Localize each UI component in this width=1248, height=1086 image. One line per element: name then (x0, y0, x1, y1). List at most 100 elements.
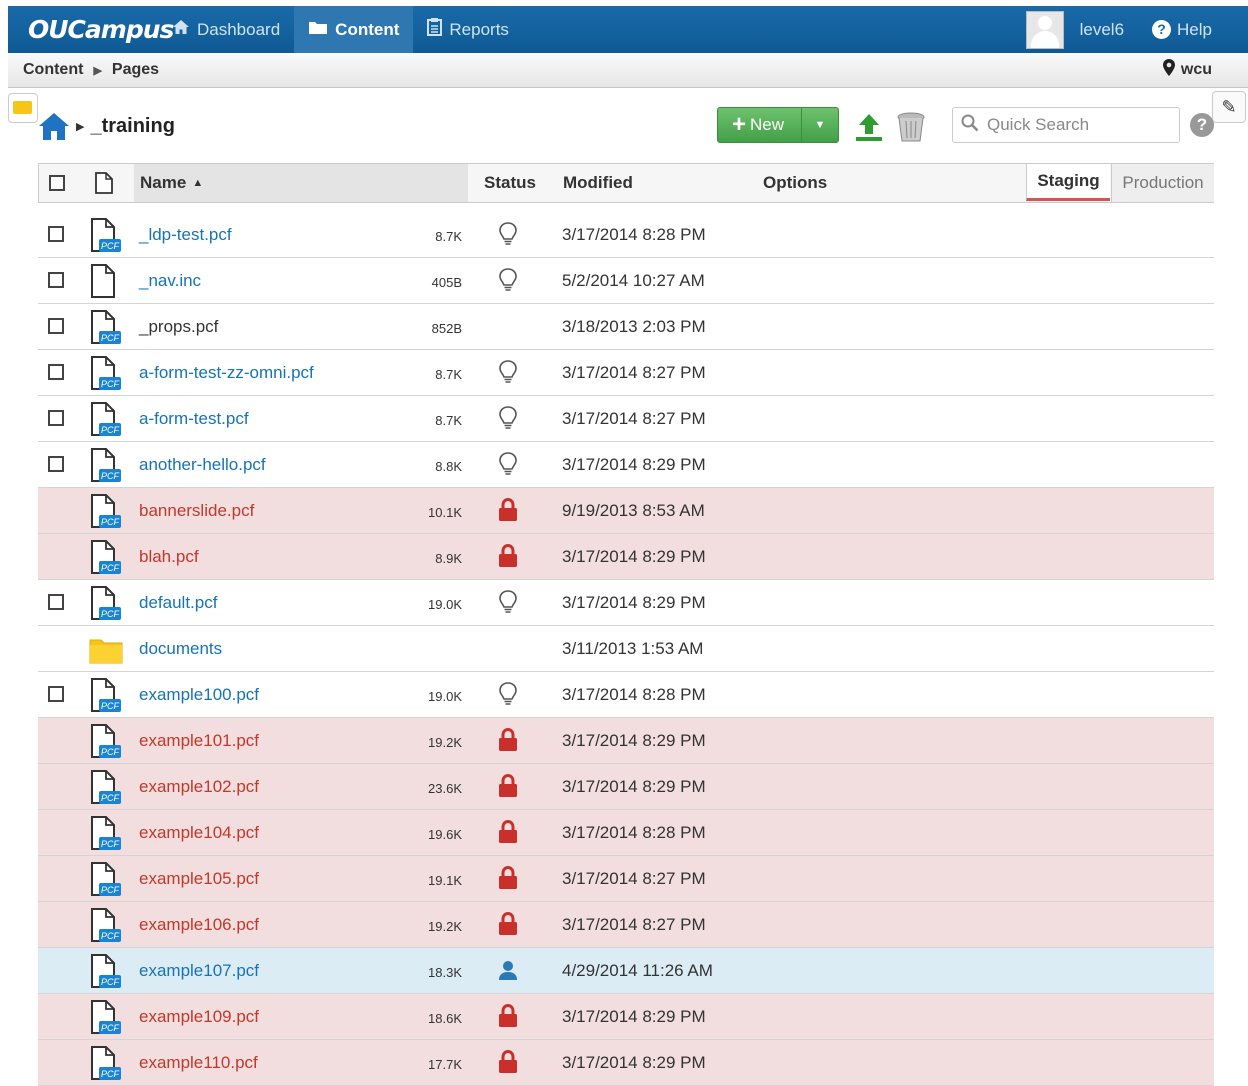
row-checkbox[interactable] (48, 686, 64, 702)
home-icon (172, 19, 190, 40)
row-checkbox[interactable] (48, 226, 64, 242)
upload-icon[interactable] (852, 110, 886, 144)
lightbulb-icon[interactable] (497, 405, 519, 431)
path-separator-icon: ▶ (76, 120, 85, 133)
lock-icon[interactable] (497, 911, 519, 937)
lock-icon[interactable] (497, 1049, 519, 1075)
avatar[interactable] (1025, 10, 1064, 49)
table-row[interactable]: PCF _props.pcf 852B 3/18/2013 2:03 PM (38, 304, 1214, 350)
breadcrumb-content[interactable]: Content (23, 61, 83, 79)
row-checkbox[interactable] (48, 272, 64, 288)
row-checkbox[interactable] (48, 364, 64, 380)
file-name-link[interactable]: a-form-test.pcf (139, 409, 249, 429)
lock-icon[interactable] (497, 727, 519, 753)
table-row[interactable]: PCF example106.pcf 19.2K 3/17/2014 8:27 PM (38, 902, 1214, 948)
lock-icon[interactable] (497, 865, 519, 891)
file-name-link[interactable]: bannerslide.pcf (139, 501, 254, 521)
lightbulb-icon[interactable] (497, 221, 519, 247)
user-icon[interactable] (497, 957, 519, 983)
table-row[interactable]: PCF example100.pcf 19.0K 3/17/2014 8:28 PM (38, 672, 1214, 718)
table-row[interactable]: documents 3/11/2013 1:53 AM (38, 626, 1214, 672)
nav-reports[interactable]: Reports (413, 6, 523, 53)
lock-icon[interactable] (497, 773, 519, 799)
lightbulb-icon[interactable] (497, 267, 519, 293)
modified-date: 3/17/2014 8:29 PM (562, 731, 706, 750)
question-icon[interactable]: ? (1190, 113, 1214, 137)
tab-production[interactable]: Production (1111, 164, 1214, 202)
row-checkbox[interactable] (48, 594, 64, 610)
file-name-link[interactable]: example100.pcf (139, 685, 259, 705)
home-folder-icon[interactable] (38, 111, 70, 141)
table-row[interactable]: PCF example105.pcf 19.1K 3/17/2014 8:27 PM (38, 856, 1214, 902)
breadcrumb-pages[interactable]: Pages (112, 61, 159, 79)
site-selector[interactable]: wcu (1162, 59, 1212, 81)
table-row[interactable]: PCF another-hello.pcf 8.8K 3/17/2014 8:29 P… (38, 442, 1214, 488)
top-right-area: level6 ? Help (1025, 10, 1248, 49)
lock-icon[interactable] (497, 1003, 519, 1029)
folder-tree-toggle-icon[interactable] (8, 93, 38, 123)
new-dropdown-chevron-down-icon[interactable]: ▼ (801, 108, 838, 142)
column-status[interactable]: Status (484, 164, 536, 202)
modified-date: 3/17/2014 8:29 PM (562, 455, 706, 474)
file-name-link[interactable]: _nav.inc (139, 271, 201, 291)
trash-icon[interactable] (894, 110, 928, 144)
file-name-link[interactable]: default.pcf (139, 593, 217, 613)
file-name-link[interactable]: example109.pcf (139, 1007, 259, 1027)
file-name-link[interactable]: example104.pcf (139, 823, 259, 843)
file-size: 19.0K (428, 597, 462, 612)
file-name-link[interactable]: example102.pcf (139, 777, 259, 797)
lock-icon[interactable] (497, 819, 519, 845)
table-row[interactable]: PCF example101.pcf 19.2K 3/17/2014 8:29 PM (38, 718, 1214, 764)
file-name-link[interactable]: a-form-test-zz-omni.pcf (139, 363, 314, 383)
table-row[interactable]: PCF example102.pcf 23.6K 3/17/2014 8:29 PM (38, 764, 1214, 810)
file-size: 19.1K (428, 873, 462, 888)
lightbulb-icon[interactable] (497, 359, 519, 385)
row-checkbox[interactable] (48, 456, 64, 472)
file-name-link[interactable]: another-hello.pcf (139, 455, 266, 475)
tab-staging[interactable]: Staging (1026, 164, 1110, 201)
file-name-link[interactable]: _ldp-test.pcf (139, 225, 232, 245)
file-name-link[interactable]: example105.pcf (139, 869, 259, 889)
file-name-link[interactable]: example107.pcf (139, 961, 259, 981)
pcf-file-icon: PCF (89, 953, 121, 989)
table-row[interactable]: _nav.inc 405B 5/2/2014 10:27 AM (38, 258, 1214, 304)
help-link[interactable]: ? Help (1152, 20, 1212, 40)
table-row[interactable]: PCF default.pcf 19.0K 3/17/2014 8:29 PM (38, 580, 1214, 626)
file-name-link[interactable]: example106.pcf (139, 915, 259, 935)
row-checkbox[interactable] (48, 410, 64, 426)
file-size: 19.0K (428, 689, 462, 704)
username[interactable]: level6 (1080, 20, 1124, 40)
column-name[interactable]: Name ▲ (134, 164, 468, 202)
select-all-checkbox[interactable] (49, 175, 65, 191)
search-input[interactable] (985, 114, 1169, 136)
table-row[interactable]: PCF a-form-test.pcf 8.7K 3/17/2014 8:27 PM (38, 396, 1214, 442)
table-row[interactable]: PCF bannerslide.pcf 10.1K 9/19/2013 8:53 AM (38, 488, 1214, 534)
new-button[interactable]: + New ▼ (717, 107, 839, 143)
app-logo[interactable]: OUCampus (28, 15, 174, 44)
table-row[interactable]: PCF example104.pcf 19.6K 3/17/2014 8:28 PM (38, 810, 1214, 856)
lightbulb-icon[interactable] (497, 451, 519, 477)
table-row[interactable]: PCF _ldp-test.pcf 8.7K 3/17/2014 8:28 PM (38, 212, 1214, 258)
table-row[interactable]: PCF a-form-test-zz-omni.pcf 8.7K 3/17/2014 … (38, 350, 1214, 396)
nav-content[interactable]: Content (294, 6, 414, 53)
file-name-link[interactable]: blah.pcf (139, 547, 199, 567)
row-checkbox[interactable] (48, 318, 64, 334)
table-row[interactable]: PCF example109.pcf 18.6K 3/17/2014 8:29 PM (38, 994, 1214, 1040)
table-row[interactable]: PCF blah.pcf 8.9K 3/17/2014 8:29 PM (38, 534, 1214, 580)
table-row[interactable]: PCF example110.pcf 17.7K 3/17/2014 8:29 PM (38, 1040, 1214, 1086)
lock-icon[interactable] (497, 543, 519, 569)
nav-dashboard[interactable]: Dashboard (158, 6, 294, 53)
lightbulb-icon[interactable] (497, 589, 519, 615)
current-folder-name[interactable]: _training (90, 115, 174, 138)
folder-icon (308, 20, 328, 40)
lock-icon[interactable] (497, 497, 519, 523)
plug-icon[interactable]: ✎ (1212, 91, 1246, 123)
lightbulb-icon[interactable] (497, 681, 519, 707)
file-name-link[interactable]: example110.pcf (139, 1053, 258, 1073)
file-name-link[interactable]: example101.pcf (139, 731, 259, 751)
column-modified[interactable]: Modified (563, 164, 633, 202)
file-size: 18.3K (428, 965, 462, 980)
file-name-link[interactable]: documents (139, 639, 222, 659)
table-row[interactable]: PCF example107.pcf 18.3K 4/29/2014 11:26 AM (38, 948, 1214, 994)
map-pin-icon (1162, 59, 1175, 81)
